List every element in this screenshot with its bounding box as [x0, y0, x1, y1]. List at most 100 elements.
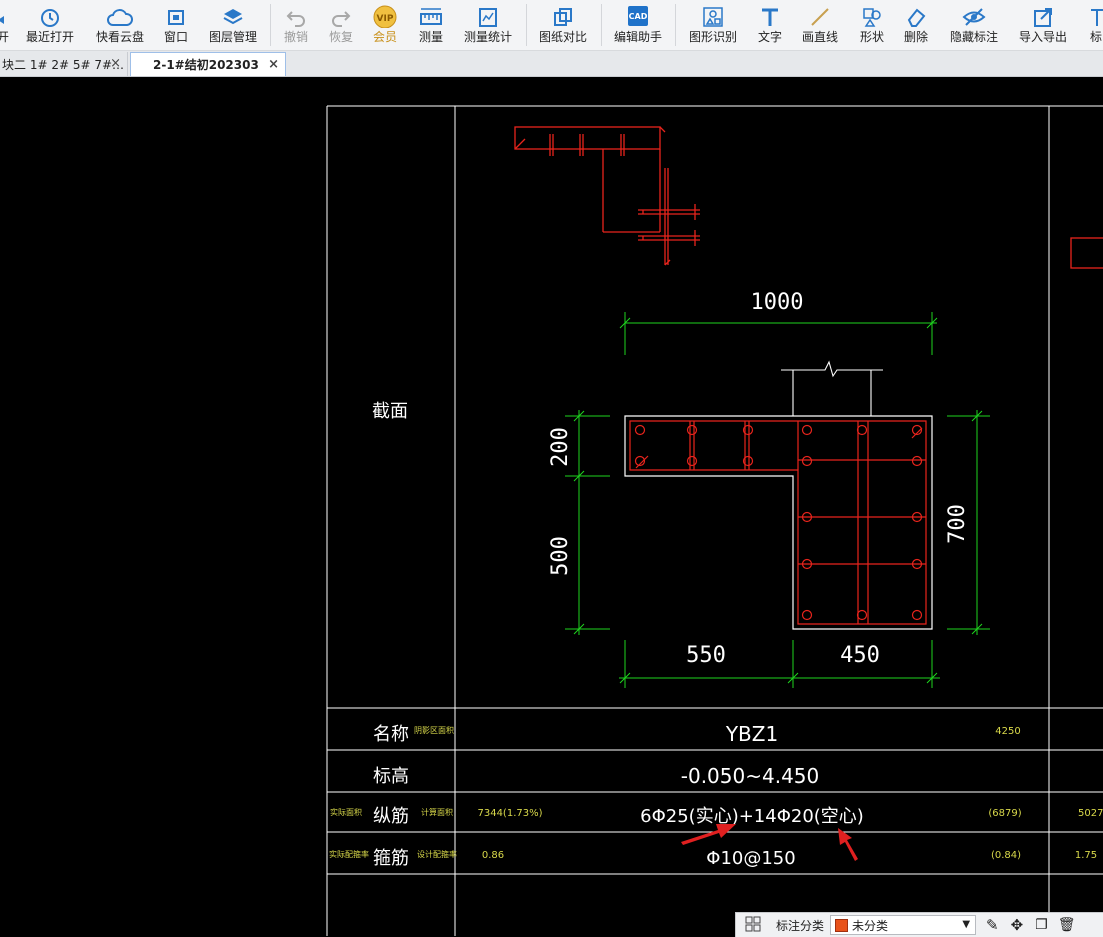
annotate-icon	[1088, 0, 1103, 28]
row-longitudinal-right-b: 5027(	[1078, 808, 1103, 819]
window-icon	[165, 0, 187, 28]
recent-open-button[interactable]: 最近打开	[24, 0, 76, 50]
tab-label: 2-1#结初202303	[153, 58, 259, 72]
row-stirrup-left-value: 0.86	[482, 850, 504, 861]
line-icon	[809, 0, 831, 28]
tab-drawing-2[interactable]: 2-1#结初202303 ×	[130, 52, 286, 76]
rebar-detail-right-partial	[1070, 237, 1103, 269]
vip-icon: VIP	[372, 0, 398, 28]
vip-button[interactable]: VIP 会员	[370, 0, 400, 50]
measure-stats-icon	[477, 0, 499, 28]
main-toolbar: 开 最近打开 快看云盘 窗口 图层管理 撤销 恢复 VIP 会员 测量 测量统计…	[0, 0, 1103, 51]
rebar-table: 名称 阴影区面积 YBZ1 4250 标高 -0.050~4.450 实际面积 …	[329, 722, 1103, 869]
hide-annotation-button[interactable]: 隐藏标注	[947, 0, 1001, 50]
dim-top-label: 1000	[751, 290, 804, 315]
row-name-value: YBZ1	[725, 722, 778, 746]
toolbar-divider	[601, 4, 602, 46]
row-longitudinal-mid-note: 计算面积	[421, 807, 453, 817]
rebar-detail-top	[514, 126, 700, 266]
open-icon	[0, 0, 8, 28]
shape-recognize-icon	[702, 0, 724, 28]
open-button[interactable]: 开	[0, 0, 10, 50]
cloud-icon	[107, 0, 133, 28]
wall-break-line	[781, 360, 883, 416]
tab-drawing-1[interactable]: 块二 1# 2# 5# 7#… ×	[0, 52, 128, 76]
text-icon	[759, 0, 781, 28]
move-icon[interactable]: ✥	[1011, 916, 1024, 934]
row-name-mid-note: 阴影区面积	[414, 725, 454, 735]
drawing-compare-button[interactable]: 图纸对比	[536, 0, 590, 50]
row-stirrup-label: 箍筋	[373, 848, 409, 869]
measure-icon	[419, 0, 443, 28]
edit-icon[interactable]: ✎	[986, 916, 999, 934]
row-name-right: 4250	[995, 726, 1020, 737]
measure-button[interactable]: 测量	[416, 0, 446, 50]
row-name-label: 名称	[373, 724, 409, 745]
row-stirrup-right-a: (0.84)	[991, 850, 1021, 861]
row-longitudinal-label: 纵筋	[373, 806, 409, 827]
document-tabbar: 块二 1# 2# 5# 7#… × 2-1#结初202303 ×	[0, 51, 1103, 77]
trash-icon[interactable]: 🗑	[1058, 917, 1076, 933]
toolbar-divider	[270, 4, 271, 46]
annotation-category-bar: 标注分类 未分类 ▼ ✎ ✥ ❐ 🗑	[735, 912, 1103, 937]
undo-icon	[285, 0, 307, 28]
shape-recognize-button[interactable]: 图形识别	[686, 0, 740, 50]
text-button[interactable]: 文字	[755, 0, 785, 50]
row-stirrup-right-b: 1.75	[1075, 850, 1097, 861]
section-label: 截面	[372, 401, 408, 422]
hide-annotation-icon	[962, 0, 986, 28]
copy-icon[interactable]: ❐	[1035, 917, 1048, 933]
redo-button[interactable]: 恢复	[326, 0, 356, 50]
cloud-drive-button[interactable]: 快看云盘	[94, 0, 146, 50]
import-export-icon	[1032, 0, 1054, 28]
column-rebar	[629, 420, 927, 625]
row-stirrup-left-note: 实际配箍率	[329, 849, 369, 859]
dim-bottom-left-label: 550	[686, 643, 726, 668]
draw-line-button[interactable]: 画直线	[799, 0, 841, 50]
annotation-arrow-solid[interactable]	[681, 824, 736, 845]
row-longitudinal-left-note: 实际面积	[330, 807, 362, 817]
tab-label: 块二 1# 2# 5# 7#…	[2, 57, 125, 72]
recent-icon	[39, 0, 61, 28]
edit-assistant-icon: CAD	[626, 0, 650, 28]
edit-assistant-button[interactable]: CAD 编辑助手	[611, 0, 665, 50]
compare-icon	[552, 0, 574, 28]
dimension-labels: 1000 200 500 700 550 450	[548, 290, 970, 668]
row-elevation-label: 标高	[373, 766, 409, 787]
row-stirrup-mid-note: 设计配箍率	[417, 849, 457, 859]
row-longitudinal-left-value: 7344(1.73%)	[477, 808, 542, 819]
toolbar-divider	[526, 4, 527, 46]
measure-stats-button[interactable]: 测量统计	[461, 0, 515, 50]
row-longitudinal-value: 6Φ25(实心)+14Φ20(空心)	[640, 806, 864, 827]
svg-text:CAD: CAD	[629, 12, 648, 21]
dim-left-lower-label: 500	[548, 536, 573, 576]
row-stirrup-value: Φ10@150	[706, 848, 795, 869]
category-label: 标注分类	[776, 918, 825, 933]
delete-button[interactable]: 删除	[901, 0, 931, 50]
cad-canvas[interactable]: 截面 1000 200 500 700 550 450 名称 阴影区面积 YBZ…	[0, 77, 1103, 936]
shape-button[interactable]: 形状	[857, 0, 887, 50]
chevron-down-icon: ▼	[962, 919, 971, 930]
layers-icon	[222, 0, 244, 28]
dim-left-upper-label: 200	[548, 427, 573, 467]
category-color-swatch	[835, 918, 849, 932]
window-button[interactable]: 窗口	[160, 0, 192, 50]
close-icon[interactable]: ×	[268, 57, 279, 72]
shape-icon	[861, 0, 883, 28]
svg-text:VIP: VIP	[377, 14, 394, 24]
column-outline	[624, 415, 933, 630]
layer-manager-button[interactable]: 图层管理	[206, 0, 260, 50]
close-icon[interactable]: ×	[110, 56, 121, 71]
redo-icon	[330, 0, 352, 28]
row-longitudinal-right-a: (6879)	[988, 808, 1021, 819]
grid-icon[interactable]	[744, 915, 762, 936]
annotate-button[interactable]: 标	[1086, 0, 1103, 50]
eraser-icon	[905, 0, 927, 28]
import-export-button[interactable]: 导入导出	[1016, 0, 1070, 50]
toolbar-divider	[675, 4, 676, 46]
category-select[interactable]: 未分类 ▼	[830, 915, 977, 935]
annotation-arrow-hollow[interactable]	[838, 828, 858, 861]
undo-button[interactable]: 撤销	[281, 0, 311, 50]
dim-right-label: 700	[945, 504, 970, 544]
category-value: 未分类	[852, 918, 889, 933]
